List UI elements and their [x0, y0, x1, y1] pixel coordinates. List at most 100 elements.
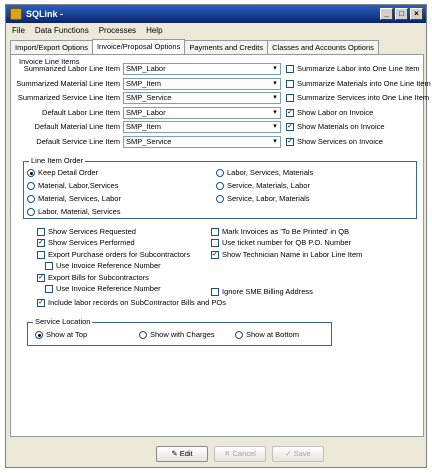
line-item-select[interactable]: SMP_Service ▾ — [123, 135, 281, 148]
option-checkbox[interactable]: Use Invoice Reference Number — [45, 284, 161, 294]
checkbox-label: Export Purchase orders for Subcontractor… — [48, 250, 191, 259]
checkbox-label: Show Technician Name in Labor Line Item — [222, 250, 363, 259]
save-button[interactable]: ✓ Save — [272, 446, 324, 462]
line-item-checkbox[interactable]: Summarize Materials into One Line Item — [286, 79, 431, 89]
line-item-checkbox[interactable]: ✓ Show Services on Invoice — [286, 137, 383, 147]
main-window: SQLink - _ □ × File Data Functions Proce… — [5, 4, 431, 468]
checkbox-box: ✓ — [37, 239, 45, 247]
checkbox-label: Include labor records on SubContractor B… — [48, 298, 227, 307]
tab-payments-credits[interactable]: Payments and Credits — [184, 40, 269, 54]
radio-option[interactable]: Labor, Material, Services — [27, 207, 121, 217]
checkbox-label: Show Services on Invoice — [297, 136, 383, 146]
option-checkbox[interactable]: Ignore SME Billing Address — [211, 287, 313, 297]
radio-option[interactable]: Show with Charges — [139, 330, 215, 340]
radio-label: Show at Top — [46, 330, 88, 339]
menu-help[interactable]: Help — [146, 26, 162, 35]
checkbox-box — [211, 228, 219, 236]
option-checkbox[interactable]: Use ticket number for QB P.O. Number — [211, 238, 351, 248]
edit-button[interactable]: ✎ Edit — [156, 446, 208, 462]
checkbox-label: Ignore SME Billing Address — [222, 287, 313, 296]
radio-button — [216, 169, 224, 177]
line-item-checkbox[interactable]: Summarize Labor into One Line Item — [286, 64, 420, 74]
option-checkbox[interactable]: ✓ Show Technician Name in Labor Line Item — [211, 250, 362, 260]
window-title: SQLink - — [26, 9, 64, 19]
app-icon — [10, 8, 22, 20]
checkbox-box: ✓ — [286, 108, 294, 117]
checkbox-box: ✓ — [286, 123, 294, 131]
menu-data-functions[interactable]: Data Functions — [35, 26, 89, 35]
cancel-icon: ✕ — [224, 449, 233, 458]
menu-processes[interactable]: Processes — [99, 26, 136, 35]
line-item-checkbox[interactable]: Summarize Services into One Line Item — [286, 93, 429, 103]
line-item-select[interactable]: SMP_Item ▾ — [123, 121, 281, 133]
radio-button — [27, 208, 35, 216]
line-item-value: SMP_Service — [126, 93, 172, 102]
line-item-label: Default Material Line Item — [34, 122, 120, 131]
radio-button — [235, 331, 243, 339]
checkbox-label: Show Materials on Invoice — [297, 122, 385, 131]
checkbox-label: Summarize Materials into One Line Item — [297, 78, 431, 88]
menu-bar: File Data Functions Processes Help — [6, 23, 426, 38]
checkbox-box — [37, 251, 45, 259]
button-bar: ✎ Edit ✕ Cancel ✓ Save — [6, 441, 426, 467]
line-item-label: Summarized Service Line Item — [17, 93, 120, 102]
radio-option[interactable]: Service, Materials, Labor — [216, 181, 310, 191]
tab-invoice-proposal[interactable]: Invoice/Proposal Options — [91, 39, 186, 54]
radio-label: Show with Charges — [150, 330, 215, 339]
radio-label: Material, Services, Labor — [38, 194, 121, 203]
radio-button — [216, 195, 224, 203]
line-item-value: SMP_Item — [126, 78, 162, 88]
checkbox-box — [286, 79, 294, 88]
option-checkbox[interactable]: ✓ Export Bills for Subcontractors — [37, 273, 149, 283]
checkbox-box — [45, 285, 53, 293]
radio-option[interactable]: Material, Services, Labor — [27, 194, 121, 204]
option-checkbox[interactable]: ✓ Show Services Performed — [37, 238, 135, 248]
chevron-down-icon[interactable]: ▾ — [270, 107, 280, 118]
option-checkbox[interactable]: Show Services Requested — [37, 227, 136, 237]
checkbox-label: Show Services Requested — [48, 227, 136, 236]
tab-classes-accounts[interactable]: Classes and Accounts Options — [267, 40, 379, 54]
radio-option[interactable]: Show at Bottom — [235, 330, 299, 340]
option-checkbox[interactable]: ✓ Include labor records on SubContractor … — [37, 298, 226, 308]
radio-label: Show at Bottom — [246, 330, 299, 339]
save-icon: ✓ — [285, 449, 294, 458]
line-item-checkbox[interactable]: ✓ Show Materials on Invoice — [286, 122, 385, 132]
radio-option[interactable]: Labor, Services, Materials — [216, 168, 313, 178]
line-item-select[interactable]: SMP_Labor ▾ — [123, 106, 281, 119]
radio-option[interactable]: Service, Labor, Materials — [216, 194, 310, 204]
option-checkbox[interactable]: Use Invoice Reference Number — [45, 261, 161, 271]
chevron-down-icon[interactable]: ▾ — [270, 93, 280, 103]
line-item-select[interactable]: SMP_Service ▾ — [123, 92, 281, 104]
cancel-button[interactable]: ✕ Cancel — [214, 446, 266, 462]
chevron-down-icon[interactable]: ▾ — [270, 64, 280, 74]
line-item-value: SMP_Service — [126, 136, 172, 146]
radio-button — [27, 195, 35, 203]
checkbox-label: Summarize Labor into One Line Item — [297, 64, 420, 73]
tab-strip: Import/Export Options Invoice/Proposal O… — [10, 39, 379, 54]
radio-option[interactable]: Keep Detail Order — [27, 168, 98, 178]
line-item-checkbox[interactable]: ✓ Show Labor on Invoice — [286, 108, 373, 118]
service-location-title: Service Location — [33, 317, 93, 327]
line-item-select[interactable]: SMP_Labor ▾ — [123, 63, 281, 75]
option-checkbox[interactable]: Mark Invoices as 'To Be Printed' in QB — [211, 227, 349, 237]
chevron-down-icon[interactable]: ▾ — [270, 136, 280, 147]
line-item-order-title: Line Item Order — [29, 156, 86, 166]
radio-option[interactable]: Show at Top — [35, 330, 87, 340]
radio-option[interactable]: Material, Labor,Services — [27, 181, 118, 191]
line-item-value: SMP_Item — [126, 122, 162, 131]
tab-import-export[interactable]: Import/Export Options — [10, 40, 93, 54]
radio-label: Labor, Services, Materials — [227, 168, 314, 177]
menu-file[interactable]: File — [12, 26, 25, 35]
chevron-down-icon[interactable]: ▾ — [270, 78, 280, 89]
checkbox-label: Use Invoice Reference Number — [56, 261, 161, 270]
chevron-down-icon[interactable]: ▾ — [270, 122, 280, 132]
close-button[interactable]: × — [410, 8, 423, 20]
minimize-button[interactable]: _ — [380, 8, 393, 20]
maximize-button[interactable]: □ — [395, 8, 408, 20]
radio-button — [216, 182, 224, 190]
option-checkbox[interactable]: Export Purchase orders for Subcontractor… — [37, 250, 190, 260]
line-item-select[interactable]: SMP_Item ▾ — [123, 77, 281, 90]
line-item-label: Summarized Material Line Item — [16, 78, 120, 88]
checkbox-label: Mark Invoices as 'To Be Printed' in QB — [222, 227, 350, 236]
checkbox-label: Show Labor on Invoice — [297, 107, 374, 117]
